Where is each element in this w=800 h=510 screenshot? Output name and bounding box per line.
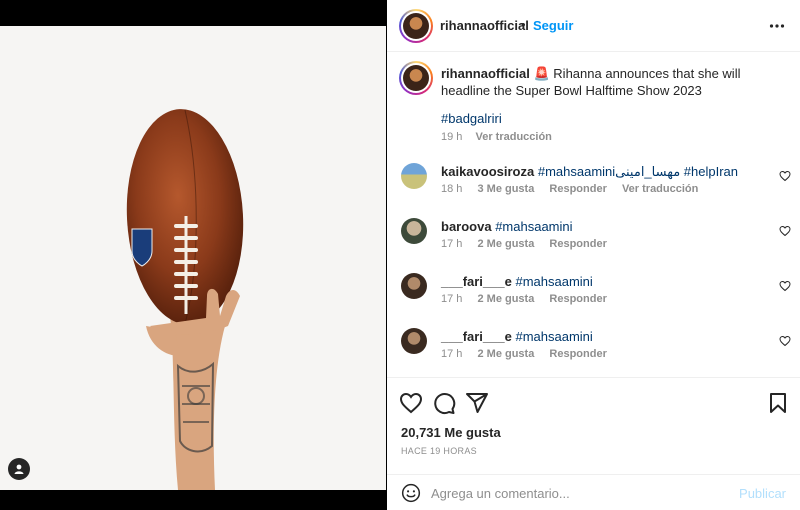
comment-hashtag[interactable]: مهسا_امینی [615,164,680,179]
caption-meta: 19 h Ver traducción [441,131,552,143]
comment-likes[interactable]: 2 Me gusta [477,293,534,305]
author-avatar[interactable] [399,9,433,43]
comment-text: ___fari___e #mahsaamini [441,273,761,290]
user-icon [14,464,24,474]
comment-meta: 17 h 2 Me gusta Responder [441,348,619,360]
comment-avatar[interactable] [401,273,427,299]
comment-hashtag[interactable]: #helpIran [684,164,738,179]
comment-meta: 17 h 2 Me gusta Responder [441,238,619,250]
comment-username[interactable]: kaikavoosiroza [441,164,534,179]
comment-like-heart-icon[interactable] [779,225,791,237]
comment-username[interactable]: ___fari___e [441,274,512,289]
caption-translate-button[interactable]: Ver traducción [475,131,551,143]
tagged-users-button[interactable] [8,458,30,480]
post-timestamp[interactable]: HACE 19 HORAS [401,446,477,456]
comment-likes[interactable]: 2 Me gusta [477,238,534,250]
comment-item: baroova #mahsaamini 17 h 2 Me gusta Resp… [401,218,791,258]
comment-likes[interactable]: 3 Me gusta [477,183,534,195]
post-header: rihannaofficial • Seguir [387,0,800,52]
comment-time[interactable]: 18 h [441,183,462,195]
comment-time[interactable]: 17 h [441,238,462,250]
comment-time[interactable]: 17 h [441,293,462,305]
comment-like-heart-icon[interactable] [779,280,791,292]
post-media [0,0,387,510]
comment-like-heart-icon[interactable] [779,170,791,182]
action-bar: 20,731 Me gusta HACE 19 HORAS [387,377,800,477]
comment-text: baroova #mahsaamini [441,218,761,235]
comment-reply-button[interactable]: Responder [549,183,606,195]
comment-username[interactable]: ___fari___e [441,329,512,344]
caption-hashtag[interactable]: #badgalriri [441,110,502,127]
comment-username[interactable]: baroova [441,219,492,234]
bookmark-icon[interactable] [766,391,790,415]
comment-text: kaikavoosiroza #mahsaaminiمهسا_امینی #he… [441,163,761,180]
comment-item: kaikavoosiroza #mahsaaminiمهسا_امینی #he… [401,163,791,203]
comment-hashtag[interactable]: #mahsaamini [495,219,572,234]
comment-likes[interactable]: 2 Me gusta [477,348,534,360]
caption-body: rihannaofficial 🚨 Rihanna announces that… [441,65,781,99]
post-image[interactable] [0,26,386,490]
comment-form: Publicar [387,474,800,510]
comment-item: ___fari___e #mahsaamini 17 h 2 Me gusta … [401,273,791,313]
more-horizontal-icon[interactable] [769,20,785,32]
comment-reply-button[interactable]: Responder [549,293,606,305]
share-icon[interactable] [465,391,489,415]
comment-hashtag[interactable]: #mahsaamini [515,329,592,344]
comment-hashtag[interactable]: #mahsaamini [538,164,615,179]
comment-meta: 18 h 3 Me gusta Responder Ver traducción [441,183,710,195]
publish-button[interactable]: Publicar [739,486,786,501]
likes-count[interactable]: 20,731 Me gusta [401,425,501,440]
caption-avatar[interactable] [399,61,433,95]
follow-separator: • [521,17,526,32]
follow-button[interactable]: Seguir [533,18,573,33]
comment-hashtag[interactable]: #mahsaamini [515,274,592,289]
emoji-icon[interactable] [401,483,421,503]
comment-text: ___fari___e #mahsaamini [441,328,761,345]
football-arm-photo [126,109,244,490]
comment-item: ___fari___e #mahsaamini 17 h 2 Me gusta … [401,328,791,368]
caption-time[interactable]: 19 h [441,131,462,143]
comment-reply-button[interactable]: Responder [549,348,606,360]
comment-icon[interactable] [432,391,456,415]
comment-translate-button[interactable]: Ver traducción [622,183,698,195]
comment-like-heart-icon[interactable] [779,335,791,347]
comment-avatar[interactable] [401,218,427,244]
comment-avatar[interactable] [401,328,427,354]
comment-input[interactable] [431,481,731,505]
comment-meta: 17 h 2 Me gusta Responder [441,293,619,305]
author-username[interactable]: rihannaofficial [440,18,529,33]
comment-avatar[interactable] [401,163,427,189]
comment-time[interactable]: 17 h [441,348,462,360]
comment-reply-button[interactable]: Responder [549,238,606,250]
post-details-panel: rihannaofficial • Seguir rihannaofficial… [387,0,800,510]
caption-username[interactable]: rihannaofficial [441,66,530,81]
siren-emoji: 🚨 [533,66,550,81]
heart-icon[interactable] [399,391,423,415]
